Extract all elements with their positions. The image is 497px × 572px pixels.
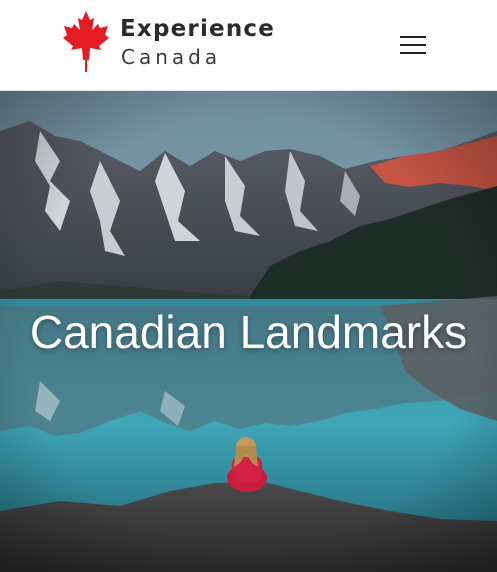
menu-bar-middle [400,44,426,46]
maple-leaf-icon [63,11,109,72]
brand-name-line2: Canada [121,45,222,69]
site-header: Experience Canada [0,0,497,91]
hero-banner: Canadian Landmarks [0,91,497,572]
hero-title: Canadian Landmarks [29,306,468,358]
hamburger-menu-icon[interactable] [396,30,430,60]
menu-bar-bottom [400,52,426,54]
logo-link[interactable]: Experience Canada [62,10,274,74]
brand-name-line1: Experience [120,16,276,42]
menu-bar-top [400,36,426,38]
